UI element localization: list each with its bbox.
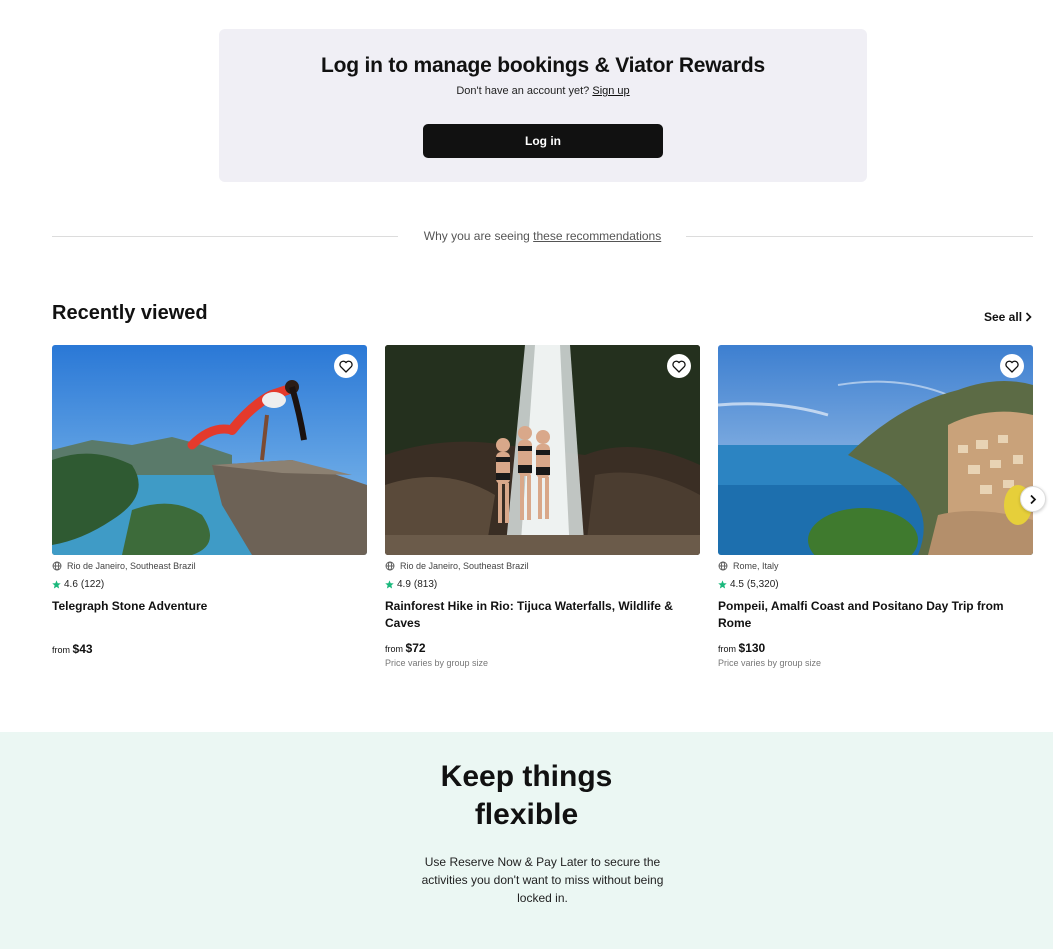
chevron-right-icon: [1030, 494, 1037, 504]
globe-icon: [385, 561, 395, 571]
card-rating: 4.9 (813): [385, 579, 437, 590]
flexible-title-line1: Keep things: [440, 760, 613, 793]
location-text: Rio de Janeiro, Southeast Brazil: [67, 561, 196, 571]
location-text: Rio de Janeiro, Southeast Brazil: [400, 561, 529, 571]
review-count: (122): [80, 579, 105, 590]
card-price: from $43: [52, 642, 93, 656]
see-all-link[interactable]: See all: [984, 310, 1032, 324]
star-icon: [385, 580, 394, 589]
card-image[interactable]: [385, 345, 700, 555]
signup-prompt: Don't have an account yet?: [456, 85, 590, 97]
see-all-label: See all: [984, 310, 1023, 324]
card-location: Rio de Janeiro, Southeast Brazil: [385, 561, 529, 571]
card-title[interactable]: Pompeii, Amalfi Coast and Positano Day T…: [718, 598, 1033, 632]
heart-icon: [672, 360, 686, 373]
card-title[interactable]: Rainforest Hike in Rio: Tijuca Waterfall…: [385, 598, 685, 632]
card-price: from $72: [385, 641, 426, 655]
price-prefix: from: [718, 644, 736, 654]
recommendations-link[interactable]: these recommendations: [533, 229, 661, 243]
price-prefix: from: [385, 644, 403, 654]
card-rating: 4.6 (122): [52, 579, 104, 590]
price-value: $43: [72, 642, 93, 656]
divider-left: [52, 236, 398, 237]
wishlist-button[interactable]: [667, 354, 691, 378]
section-title: Recently viewed: [52, 302, 208, 324]
card-image[interactable]: [52, 345, 367, 555]
card-location: Rome, Italy: [718, 561, 779, 571]
recommendations-prefix: Why you are seeing: [423, 229, 530, 243]
flexible-title: Keep things flexible: [0, 758, 1053, 834]
rating-value: 4.6: [64, 579, 78, 590]
login-title: Log in to manage bookings & Viator Rewar…: [321, 54, 765, 77]
card-location: Rio de Janeiro, Southeast Brazil: [52, 561, 196, 571]
card-price: from $130: [718, 641, 765, 655]
heart-icon: [339, 360, 353, 373]
wishlist-button[interactable]: [334, 354, 358, 378]
price-prefix: from: [52, 645, 70, 655]
globe-icon: [52, 561, 62, 571]
card-image[interactable]: [718, 345, 1033, 555]
price-note: Price varies by group size: [718, 658, 822, 668]
divider-right: [686, 236, 1033, 237]
heart-icon: [1005, 360, 1019, 373]
signup-link[interactable]: Sign up: [592, 85, 629, 97]
review-count: (5,320): [746, 579, 779, 590]
wishlist-button[interactable]: [1000, 354, 1024, 378]
product-card[interactable]: Rome, Italy 4.5 (5,320) Pompeii, Amalfi …: [718, 345, 1033, 668]
chevron-right-icon: [1025, 312, 1032, 322]
location-text: Rome, Italy: [733, 561, 779, 571]
login-panel: Log in to manage bookings & Viator Rewar…: [219, 29, 867, 182]
card-title[interactable]: Telegraph Stone Adventure: [52, 598, 352, 615]
price-note: Price varies by group size: [385, 658, 489, 668]
carousel-next-button[interactable]: [1020, 486, 1046, 512]
card-rating: 4.5 (5,320): [718, 579, 779, 590]
flexible-title-line2: flexible: [474, 798, 579, 831]
price-value: $130: [738, 641, 766, 655]
flexible-section: Keep things flexible Use Reserve Now & P…: [0, 732, 1053, 949]
rating-value: 4.5: [730, 579, 744, 590]
star-icon: [52, 580, 61, 589]
login-subtitle: Don't have an account yet? Sign up: [219, 85, 867, 97]
star-icon: [718, 580, 727, 589]
price-value: $72: [405, 641, 426, 655]
recommendations-note: Why you are seeing these recommendations: [400, 229, 685, 243]
login-button[interactable]: Log in: [423, 124, 663, 158]
review-count: (813): [413, 579, 438, 590]
rating-value: 4.9: [397, 579, 411, 590]
product-card[interactable]: Rio de Janeiro, Southeast Brazil 4.6 (12…: [52, 345, 367, 656]
flexible-description: Use Reserve Now & Pay Later to secure th…: [421, 855, 664, 905]
globe-icon: [718, 561, 728, 571]
product-card[interactable]: Rio de Janeiro, Southeast Brazil 4.9 (81…: [385, 345, 700, 668]
